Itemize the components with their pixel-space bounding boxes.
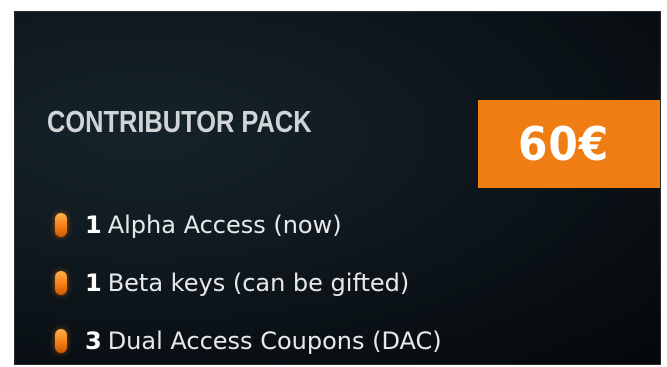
feature-description: Beta keys (can be gifted): [107, 269, 410, 297]
price-tag[interactable]: 60€: [478, 100, 660, 188]
pack-title: CONTRIBUTOR PACK: [47, 104, 312, 139]
feature-quantity: 1: [85, 211, 102, 239]
orange-bullet-icon: [55, 329, 67, 353]
feature-description: Alpha Access (now): [107, 211, 342, 239]
feature-list: 1 Alpha Access (now) 1 Beta keys (can be…: [55, 196, 442, 364]
contributor-pack-card: CONTRIBUTOR PACK 60€ 1 Alpha Access (now…: [14, 11, 661, 365]
orange-bullet-icon: [55, 213, 67, 237]
feature-description: Dual Access Coupons (DAC): [107, 327, 442, 355]
feature-quantity: 1: [85, 269, 102, 297]
list-item: 1 Beta keys (can be gifted): [55, 254, 442, 312]
list-item: 1 Alpha Access (now): [55, 196, 442, 254]
orange-bullet-icon: [55, 271, 67, 295]
list-item: 3 Dual Access Coupons (DAC): [55, 312, 442, 364]
feature-quantity: 3: [85, 327, 102, 355]
price-label: 60€: [518, 117, 610, 171]
